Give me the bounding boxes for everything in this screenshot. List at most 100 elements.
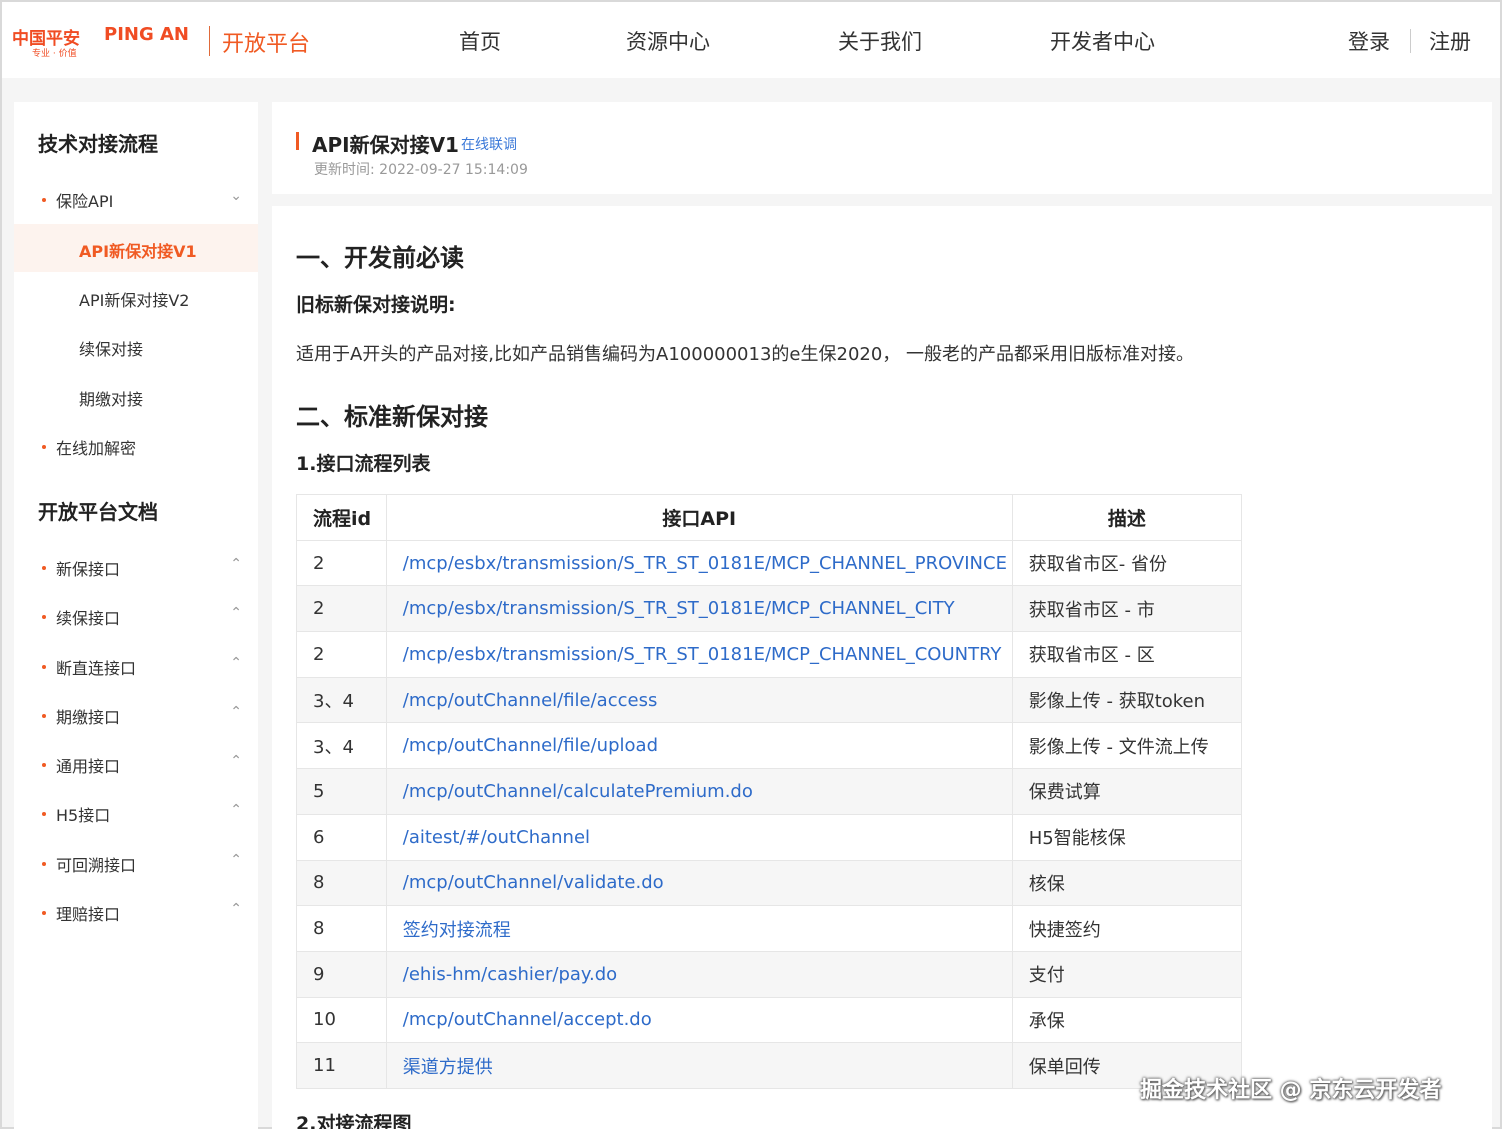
cell-flow-id: 2	[296, 631, 387, 678]
auth-divider	[1410, 29, 1411, 53]
sidebar-item-insurance-api[interactable]: 保险API ⌄	[42, 188, 242, 212]
sidebar-item-renewal-api[interactable]: 续保接口 ⌃	[42, 605, 242, 629]
cell-description: 获取省市区 - 市	[1011, 585, 1243, 633]
api-link[interactable]: /mcp/esbx/transmission/S_TR_ST_0181E/MCP…	[385, 539, 1013, 587]
nav-resources[interactable]: 资源中心	[626, 26, 710, 56]
subheading-old-standard: 旧标新保对接说明:	[296, 294, 456, 316]
api-link[interactable]: 签约对接流程	[385, 905, 1013, 952]
api-link[interactable]: /mcp/outChannel/calculatePremium.do	[385, 768, 1013, 815]
bullet-dot	[42, 198, 46, 202]
cell-description: H5智能核保	[1011, 813, 1243, 861]
cell-flow-id: 3、4	[296, 722, 387, 770]
sidebar-item-label: 在线加解密	[56, 439, 137, 458]
bullet-dot	[42, 566, 46, 570]
section-heading-standard: 二、标准新保对接	[296, 403, 488, 431]
register-link[interactable]: 注册	[1429, 26, 1471, 56]
subheading-flow-list: 1.接口流程列表	[296, 453, 431, 475]
table-row: 10/mcp/outChannel/accept.do 承保	[296, 996, 1243, 1044]
sidebar-item-new-insurance[interactable]: 新保接口 ⌃	[42, 556, 242, 580]
cell-description: 保费试算	[1011, 768, 1243, 815]
chevron-down-icon: ⌄	[230, 188, 242, 204]
api-link[interactable]: /mcp/outChannel/file/access	[385, 676, 1013, 724]
sidebar-item-claims-api[interactable]: 理赔接口 ⌃	[42, 901, 242, 925]
sidebar-item-direct-api[interactable]: 断直连接口 ⌃	[42, 655, 242, 679]
column-header-api: 接口API	[385, 494, 1013, 541]
sidebar-item-h5-api[interactable]: H5接口 ⌃	[42, 802, 242, 826]
bullet-dot	[42, 665, 46, 669]
cell-flow-id: 8	[296, 905, 387, 952]
cell-description: 获取省市区 - 区	[1011, 631, 1243, 678]
cell-flow-id: 6	[296, 813, 387, 861]
sidebar-item-api-v2[interactable]: API新保对接V2	[79, 287, 189, 311]
sidebar-item-label: 保险API	[56, 192, 114, 211]
cell-flow-id: 10	[296, 996, 387, 1044]
table-row: 3、4/mcp/outChannel/file/upload 影像上传 - 文件流…	[296, 722, 1243, 770]
cell-description: 承保	[1011, 996, 1243, 1044]
api-link[interactable]: /mcp/outChannel/validate.do	[385, 859, 1013, 907]
cell-description: 影像上传 - 文件流上传	[1011, 722, 1243, 770]
platform-title[interactable]: 开放平台	[222, 26, 310, 58]
chevron-up-icon: ⌃	[230, 802, 242, 818]
sidebar-item-label: 续保接口	[56, 609, 121, 628]
api-link[interactable]: /ehis-hm/cashier/pay.do	[385, 950, 1013, 998]
sidebar-item-online-crypto[interactable]: 在线加解密	[42, 435, 242, 459]
section-heading-prereq: 一、开发前必读	[296, 244, 464, 272]
login-link[interactable]: 登录	[1348, 26, 1390, 56]
cell-description: 核保	[1011, 859, 1243, 907]
sidebar-item-label: 新保接口	[56, 560, 121, 579]
sidebar-item-common-api[interactable]: 通用接口 ⌃	[42, 753, 242, 777]
sidebar-item-label: 期缴接口	[56, 708, 121, 727]
logo-tagline: 专业 · 价值	[32, 49, 77, 59]
sidebar-item-api-v1[interactable]: API新保对接V1	[79, 238, 197, 262]
cell-flow-id: 9	[296, 950, 387, 998]
sidebar-item-label: H5接口	[56, 806, 111, 825]
subheading-flow-diagram: 2.对接流程图	[296, 1113, 412, 1129]
column-header-desc: 描述	[1011, 494, 1243, 541]
cell-description: 影像上传 - 获取token	[1011, 676, 1243, 724]
cell-flow-id: 8	[296, 859, 387, 907]
nav-about[interactable]: 关于我们	[838, 26, 922, 56]
title-accent-bar	[296, 132, 299, 150]
nav-home[interactable]: 首页	[459, 26, 501, 56]
api-link[interactable]: 渠道方提供	[385, 1042, 1013, 1089]
table-row: 6/aitest/#/outChannel H5智能核保	[296, 813, 1243, 861]
table-row: 11 渠道方提供 保单回传	[296, 1042, 1243, 1089]
sidebar-item-traceable-api[interactable]: 可回溯接口 ⌃	[42, 852, 242, 876]
sidebar-item-installment-api[interactable]: 期缴接口 ⌃	[42, 704, 242, 728]
cell-description: 支付	[1011, 950, 1243, 998]
online-debug-link[interactable]: 在线联调	[461, 134, 517, 154]
doc-content: 一、开发前必读 旧标新保对接说明: 适用于A开头的产品对接,比如产品销售编码为A…	[272, 206, 1492, 1129]
cell-description: 快捷签约	[1011, 905, 1243, 952]
table-row: 2/mcp/esbx/transmission/S_TR_ST_0181E/MC…	[296, 631, 1243, 678]
cell-flow-id: 5	[296, 768, 387, 815]
page-title: API新保对接V1	[312, 133, 459, 157]
cell-description: 获取省市区- 省份	[1011, 539, 1243, 587]
paragraph-old-standard: 适用于A开头的产品对接,比如产品销售编码为A100000013的e生保2020，…	[296, 344, 1195, 365]
table-row: 2/mcp/esbx/transmission/S_TR_ST_0181E/MC…	[296, 539, 1243, 587]
api-link[interactable]: /aitest/#/outChannel	[385, 813, 1013, 861]
api-link[interactable]: /mcp/esbx/transmission/S_TR_ST_0181E/MCP…	[385, 631, 1013, 678]
sidebar: 技术对接流程 保险API ⌄ API新保对接V1 API新保对接V2 续保对接 …	[14, 102, 258, 1129]
table-header-row: 流程id 接口API 描述	[296, 494, 1243, 541]
sidebar-item-installment[interactable]: 期缴对接	[79, 386, 143, 410]
cell-flow-id: 2	[296, 585, 387, 633]
watermark: 掘金技术社区 @ 京东云开发者	[1140, 1078, 1442, 1103]
table-row: 8/mcp/outChannel/validate.do 核保	[296, 859, 1243, 907]
sidebar-item-label: 断直连接口	[56, 659, 137, 678]
logo-divider	[209, 26, 210, 56]
bullet-dot	[42, 714, 46, 718]
bullet-dot	[42, 862, 46, 866]
table-row: 2/mcp/esbx/transmission/S_TR_ST_0181E/MC…	[296, 585, 1243, 633]
column-header-flow-id: 流程id	[296, 494, 387, 541]
api-link[interactable]: /mcp/outChannel/file/upload	[385, 722, 1013, 770]
cell-flow-id: 3、4	[296, 676, 387, 724]
api-link[interactable]: /mcp/esbx/transmission/S_TR_ST_0181E/MCP…	[385, 585, 1013, 633]
pingan-logo[interactable]: 中国平安 PING AN 专业 · 价值	[12, 24, 202, 60]
table-row: 5/mcp/outChannel/calculatePremium.do 保费试算	[296, 768, 1243, 815]
bullet-dot	[42, 445, 46, 449]
api-link[interactable]: /mcp/outChannel/accept.do	[385, 996, 1013, 1044]
chevron-up-icon: ⌃	[230, 605, 242, 621]
nav-developer[interactable]: 开发者中心	[1050, 26, 1155, 56]
bullet-dot	[42, 763, 46, 767]
sidebar-item-renewal[interactable]: 续保对接	[79, 336, 143, 360]
